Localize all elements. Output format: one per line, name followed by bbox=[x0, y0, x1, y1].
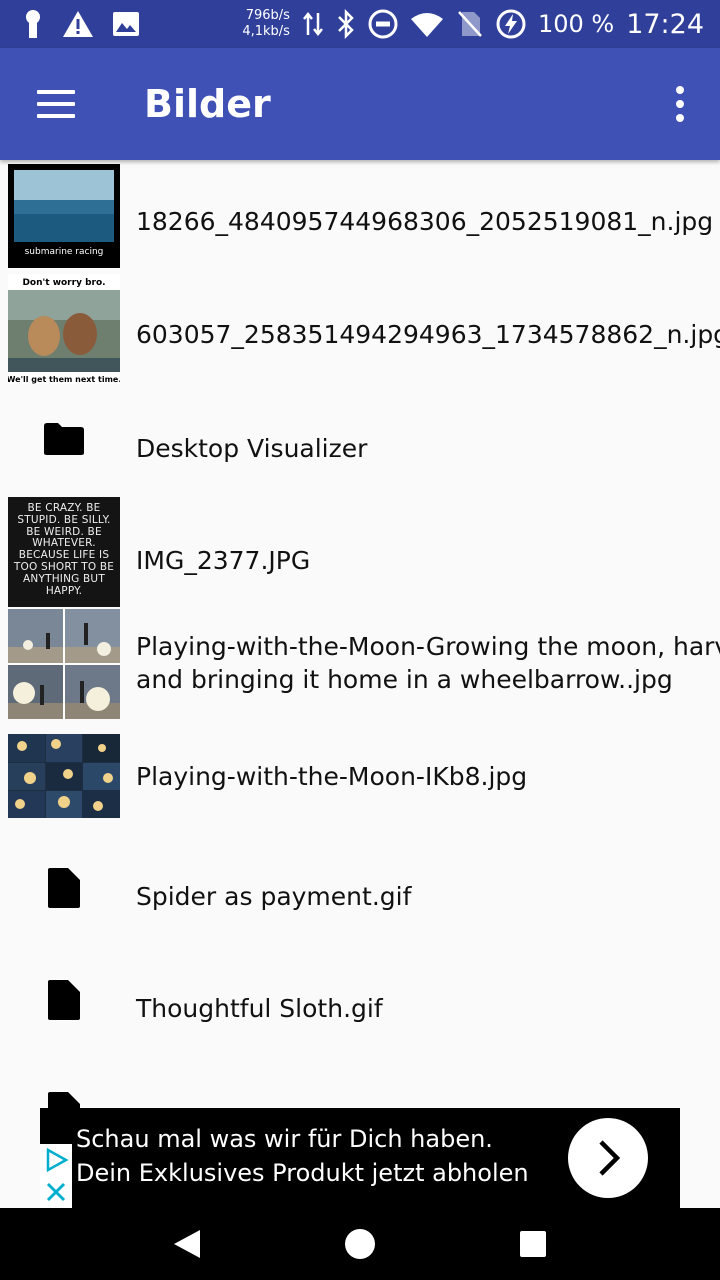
clock: 17:24 bbox=[626, 8, 704, 40]
file-icon bbox=[48, 980, 88, 1020]
no-sim-icon bbox=[458, 11, 482, 37]
battery-text: 100 % bbox=[537, 10, 615, 38]
thumb-quote-text: BE CRAZY. BE STUPID. BE SILLY. BE WEIRD.… bbox=[13, 502, 115, 597]
file-name-line: Playing-with-the-Moon-Growing the moon, … bbox=[136, 632, 720, 661]
file-name: IMG_2377.JPG bbox=[136, 546, 311, 575]
thumbnail bbox=[8, 609, 120, 719]
home-icon bbox=[344, 1229, 375, 1259]
image-icon bbox=[113, 12, 139, 36]
do-not-disturb-icon bbox=[368, 9, 398, 39]
file-name: Desktop Visualizer bbox=[136, 434, 368, 463]
home-button[interactable] bbox=[330, 1214, 390, 1274]
thumbnail: Don't worry bro. We'll get them next tim… bbox=[8, 274, 120, 384]
thumbnail: submarine racing bbox=[8, 164, 120, 268]
more-vert-icon bbox=[676, 86, 684, 94]
status-bar: 796b/s 4,1kb/s 100 % 17:24 bbox=[0, 0, 720, 48]
hamburger-icon bbox=[37, 90, 75, 118]
list-item[interactable]: Spider as payment.gif bbox=[0, 832, 720, 944]
ad-line: Schau mal was wir für Dich haben. bbox=[76, 1125, 493, 1153]
list-item[interactable]: submarine racing 18266_484095744968306_2… bbox=[0, 160, 720, 272]
page-title: Bilder bbox=[144, 82, 271, 126]
folder-icon bbox=[44, 422, 84, 462]
file-list: submarine racing 18266_484095744968306_2… bbox=[0, 160, 720, 1208]
battery-saver-icon bbox=[496, 9, 526, 39]
list-item[interactable]: Playing-with-the-Moon-IKb8.jpg bbox=[0, 720, 720, 832]
data-arrows-icon bbox=[302, 11, 323, 37]
bluetooth-icon bbox=[338, 9, 354, 39]
speed-up-text: 796b/s bbox=[245, 8, 290, 23]
thumb-caption: submarine racing bbox=[25, 247, 104, 257]
network-speed: 796b/s 4,1kb/s bbox=[242, 8, 290, 40]
list-item[interactable]: Thoughtful Sloth.gif bbox=[0, 944, 720, 1056]
ad-choices[interactable] bbox=[40, 1144, 72, 1208]
file-name-line: and bringing it home in a wheelbarrow..j… bbox=[136, 665, 673, 694]
list-item[interactable]: BE CRAZY. BE STUPID. BE SILLY. BE WEIRD.… bbox=[0, 496, 720, 608]
recents-icon bbox=[520, 1231, 547, 1257]
list-item[interactable]: Desktop Visualizer bbox=[0, 384, 720, 496]
warning-icon bbox=[63, 11, 93, 37]
file-name: Playing-with-the-Moon-IKb8.jpg bbox=[136, 762, 528, 791]
menu-button[interactable] bbox=[0, 48, 112, 160]
thumbnail: BE CRAZY. BE STUPID. BE SILLY. BE WEIRD.… bbox=[8, 497, 120, 607]
file-icon bbox=[48, 868, 88, 908]
chevron-right-icon bbox=[599, 1140, 621, 1176]
list-item[interactable]: Playing-with-the-Moon-Growing the moon, … bbox=[0, 608, 720, 720]
ad-banner[interactable]: Schau mal was wir für Dich haben. Dein E… bbox=[40, 1108, 680, 1208]
recents-button[interactable] bbox=[503, 1214, 563, 1274]
ad-text: Schau mal was wir für Dich haben. Dein E… bbox=[76, 1122, 529, 1190]
key-icon bbox=[26, 10, 40, 38]
ad-open-button[interactable] bbox=[568, 1118, 648, 1198]
ad-line: Dein Exklusives Produkt jetzt abholen bbox=[76, 1159, 529, 1187]
thumbnail bbox=[8, 734, 120, 818]
back-icon bbox=[173, 1230, 200, 1258]
navigation-bar bbox=[0, 1208, 720, 1280]
back-button[interactable] bbox=[157, 1214, 217, 1274]
file-name: Thoughtful Sloth.gif bbox=[136, 994, 383, 1023]
thumb-top-text: Don't worry bro. bbox=[22, 278, 105, 288]
file-name: 603057_258351494294963_1734578862_n.jpg bbox=[136, 320, 720, 349]
app-bar: Bilder bbox=[0, 48, 720, 160]
file-name: 18266_484095744968306_2052519081_n.jpg bbox=[136, 207, 714, 236]
speed-down-text: 4,1kb/s bbox=[242, 24, 290, 39]
list-item[interactable]: Don't worry bro. We'll get them next tim… bbox=[0, 272, 720, 384]
file-name: Spider as payment.gif bbox=[136, 882, 412, 911]
wifi-icon bbox=[410, 13, 443, 37]
file-name: Playing-with-the-Moon-Growing the moon, … bbox=[136, 630, 720, 696]
ad-choices-icon bbox=[46, 1147, 69, 1202]
thumb-bottom-text: We'll get them next time. bbox=[8, 375, 120, 384]
overflow-menu-button[interactable] bbox=[640, 48, 720, 160]
